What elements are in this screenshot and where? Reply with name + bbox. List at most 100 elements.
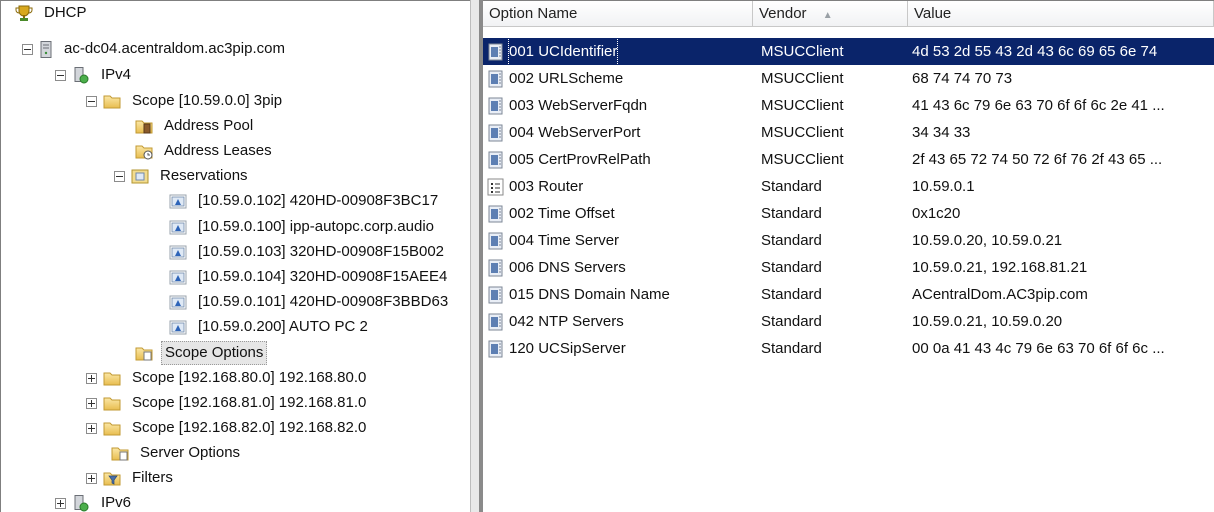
- table-row[interactable]: 003 Router Standard 10.59.0.1: [483, 173, 1214, 200]
- ipv6-icon: [74, 494, 89, 511]
- cell-value: 2f 43 65 72 74 50 72 6f 76 2f 43 65 ...: [912, 151, 1163, 168]
- cell-option-name: 003 Router: [483, 173, 753, 200]
- column-header-option-name[interactable]: Option Name: [483, 1, 753, 27]
- filter-icon: [103, 472, 121, 485]
- tree-node-ipv4[interactable]: IPv4: [55, 64, 134, 86]
- column-header-label: Vendor: [759, 5, 807, 22]
- tree-node-scope[interactable]: Scope [192.168.82.0] 192.168.82.0: [86, 417, 369, 439]
- reservation-icon: [169, 244, 187, 261]
- expand-toggle-icon[interactable]: [86, 472, 97, 484]
- tree-node-dhcp[interactable]: DHCP: [15, 2, 90, 24]
- tree-label-ipv6: IPv6: [101, 494, 132, 511]
- dhcp-trophy-icon: [15, 5, 33, 21]
- cell-value: 41 43 6c 79 6e 63 70 6f 6f 6c 2e 41 ...: [912, 97, 1165, 114]
- column-header-value[interactable]: Value: [908, 1, 1214, 27]
- tree-node-reservation[interactable]: [10.59.0.200] AUTO PC 2: [169, 316, 371, 338]
- tree-node-scope-main[interactable]: Scope [10.59.0.0] 3pip: [86, 90, 285, 112]
- folder-icon: [103, 395, 121, 412]
- column-header-vendor[interactable]: Vendor ▲: [753, 1, 908, 27]
- expand-toggle-icon[interactable]: [55, 497, 66, 509]
- tree-node-scope-options[interactable]: Scope Options: [135, 341, 268, 365]
- expand-toggle-icon[interactable]: [86, 422, 97, 434]
- tree-node-address-leases[interactable]: Address Leases: [135, 140, 275, 162]
- expand-toggle-icon[interactable]: [86, 372, 97, 384]
- cell-value: 00 0a 41 43 4c 79 6e 63 70 6f 6f 6c ...: [912, 340, 1165, 357]
- option-binary-icon: [487, 70, 504, 88]
- sort-ascending-icon: ▲: [822, 10, 833, 21]
- cell-option-name: 004 WebServerPort: [483, 119, 753, 146]
- folder-icon: [103, 93, 121, 110]
- cell-option-name: 042 NTP Servers: [483, 308, 753, 335]
- tree-node-reservation[interactable]: [10.59.0.101] 420HD-00908F3BBD63: [169, 291, 451, 313]
- tree-label-dhcp: DHCP: [44, 4, 87, 21]
- collapse-toggle-icon[interactable]: [22, 43, 33, 55]
- expand-toggle-icon[interactable]: [86, 397, 97, 409]
- option-name-text: 003 Router: [509, 178, 584, 195]
- table-row[interactable]: 001 UCIdentifier MSUCClient 4d 53 2d 55 …: [483, 38, 1214, 65]
- cell-vendor: Standard: [761, 340, 822, 357]
- table-row[interactable]: 004 Time Server Standard 10.59.0.20, 10.…: [483, 227, 1214, 254]
- scope-options-icon: [135, 347, 153, 360]
- tree-scrollbar[interactable]: [470, 0, 479, 512]
- tree-node-scope[interactable]: Scope [192.168.81.0] 192.168.81.0: [86, 392, 369, 414]
- tree-node-scope[interactable]: Scope [192.168.80.0] 192.168.80.0: [86, 367, 369, 389]
- tree-label-reservations: Reservations: [160, 167, 248, 184]
- table-row[interactable]: 003 WebServerFqdn MSUCClient 41 43 6c 79…: [483, 92, 1214, 119]
- cell-vendor: MSUCClient: [761, 43, 844, 60]
- cell-value: 10.59.0.21, 10.59.0.20: [912, 313, 1063, 330]
- cell-option-name: 004 Time Server: [483, 227, 753, 254]
- table-row[interactable]: 120 UCSipServer Standard 00 0a 41 43 4c …: [483, 335, 1214, 362]
- tree-node-address-pool[interactable]: Address Pool: [135, 115, 256, 137]
- tree-node-server-options[interactable]: Server Options: [111, 442, 243, 464]
- folder-icon: [103, 420, 121, 437]
- table-row[interactable]: 002 URLScheme MSUCClient 68 74 74 70 73: [483, 65, 1214, 92]
- option-name-text: 006 DNS Servers: [509, 259, 626, 276]
- tree-node-reservation[interactable]: [10.59.0.104] 320HD-00908F15AEE4: [169, 266, 450, 288]
- tree-node-reservations[interactable]: Reservations: [114, 165, 251, 187]
- tree-node-reservation[interactable]: [10.59.0.102] 420HD-00908F3BC17: [169, 190, 441, 212]
- table-row[interactable]: 005 CertProvRelPath MSUCClient 2f 43 65 …: [483, 146, 1214, 173]
- option-binary-icon: [487, 43, 504, 61]
- table-row[interactable]: 015 DNS Domain Name Standard ACentralDom…: [483, 281, 1214, 308]
- cell-value: 4d 53 2d 55 43 2d 43 6c 69 65 6e 74: [912, 43, 1158, 60]
- collapse-toggle-icon[interactable]: [114, 170, 125, 182]
- cell-value: 0x1c20: [912, 205, 961, 222]
- tree-label-scope: Scope [192.168.82.0] 192.168.82.0: [132, 419, 367, 436]
- tree-label-scope-main: Scope [10.59.0.0] 3pip: [132, 92, 283, 109]
- option-binary-icon: [487, 97, 504, 115]
- collapse-toggle-icon[interactable]: [55, 69, 66, 81]
- tree-node-server[interactable]: ac-dc04.acentraldom.ac3pip.com: [22, 38, 288, 60]
- cell-vendor: Standard: [761, 313, 822, 330]
- table-row[interactable]: 042 NTP Servers Standard 10.59.0.21, 10.…: [483, 308, 1214, 335]
- tree-node-reservation[interactable]: [10.59.0.103] 320HD-00908F15B002: [169, 241, 447, 263]
- table-row[interactable]: 006 DNS Servers Standard 10.59.0.21, 192…: [483, 254, 1214, 281]
- cell-vendor: MSUCClient: [761, 70, 844, 87]
- cell-option-name: 120 UCSipServer: [483, 335, 753, 362]
- option-name-text: 002 Time Offset: [509, 205, 615, 222]
- option-list-icon: [487, 178, 504, 196]
- tree-label-reservation: [10.59.0.101] 420HD-00908F3BBD63: [198, 293, 449, 310]
- column-header-label: Value: [914, 5, 952, 22]
- option-name-text: 002 URLScheme: [509, 70, 624, 87]
- tree-node-filters[interactable]: Filters: [86, 467, 176, 489]
- cell-vendor: Standard: [761, 232, 822, 249]
- tree-label-ipv4: IPv4: [101, 66, 132, 83]
- address-leases-icon: [135, 145, 153, 159]
- tree-label-reservation: [10.59.0.200] AUTO PC 2: [198, 318, 368, 335]
- option-binary-icon: [487, 151, 504, 169]
- collapse-toggle-icon[interactable]: [86, 95, 97, 107]
- cell-vendor: MSUCClient: [761, 97, 844, 114]
- table-row[interactable]: 004 WebServerPort MSUCClient 34 34 33: [483, 119, 1214, 146]
- option-name-text: 004 WebServerPort: [509, 124, 641, 141]
- folder-icon: [103, 370, 121, 387]
- option-name-text: 004 Time Server: [509, 232, 620, 249]
- tree-node-reservation[interactable]: [10.59.0.100] ipp-autopc.corp.audio: [169, 216, 437, 238]
- reservation-icon: [169, 294, 187, 311]
- tree-label-scope: Scope [192.168.81.0] 192.168.81.0: [132, 394, 367, 411]
- tree-node-ipv6[interactable]: IPv6: [55, 492, 134, 512]
- cell-option-name: 006 DNS Servers: [483, 254, 753, 281]
- table-row[interactable]: 002 Time Offset Standard 0x1c20: [483, 200, 1214, 227]
- tree-label-server-options: Server Options: [140, 444, 241, 461]
- reservation-icon: [169, 219, 187, 236]
- option-name-text: 003 WebServerFqdn: [509, 97, 648, 114]
